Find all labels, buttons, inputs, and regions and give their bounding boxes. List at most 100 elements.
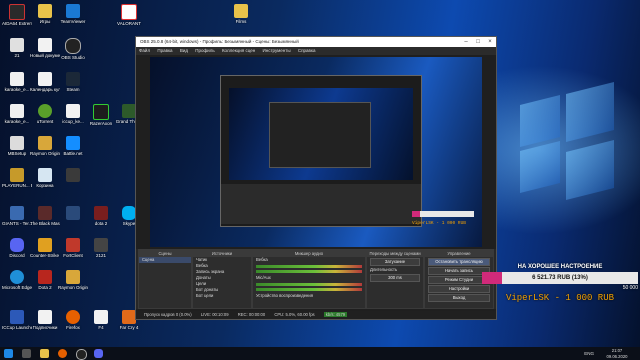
language-indicator[interactable]: ENG — [584, 347, 594, 360]
menu-scene-collection[interactable]: Коллекция сцен — [222, 48, 255, 53]
desktop-icon[interactable]: ICCup Launcher — [2, 310, 32, 330]
scene-item[interactable]: Сцена — [139, 257, 191, 263]
menu-tools[interactable]: Инструменты — [263, 48, 291, 53]
preview-goal-fill — [412, 211, 421, 217]
app-icon — [94, 238, 108, 252]
folder-icon — [10, 38, 24, 52]
desktop-icon[interactable]: Dota 2 — [30, 270, 60, 290]
desktop-icon[interactable]: Корзина — [30, 168, 60, 188]
csgo-icon — [38, 238, 52, 252]
mixer-track-name: Mic/Aux — [256, 275, 271, 280]
volume-slider[interactable] — [256, 270, 362, 273]
desktop-icon[interactable]: Steam — [58, 72, 88, 92]
controls-header: Управление — [425, 250, 493, 257]
desktop-icon[interactable]: uTorrent — [30, 104, 60, 124]
goal-amount: 6 521.73 RUB (13%) — [532, 275, 588, 281]
desktop-icon[interactable]: Microsoft Edge — [2, 270, 32, 290]
app-icon — [66, 206, 80, 220]
desktop-icon[interactable]: Discord — [2, 238, 32, 258]
stop-streaming-button[interactable]: Остановить трансляцию — [428, 258, 490, 266]
menu-help[interactable]: Справка — [298, 48, 316, 53]
close-icon[interactable]: × — [484, 37, 496, 47]
desktop-icon[interactable]: iccup_ke... — [58, 104, 88, 124]
rayman-icon — [66, 270, 80, 284]
desktop-icon[interactable]: Raymon Origins — [58, 270, 88, 290]
desktop-icon[interactable]: 2121 — [86, 238, 116, 258]
document-icon — [10, 72, 24, 86]
exit-button[interactable]: Выход — [428, 294, 490, 302]
farcry-icon — [122, 310, 136, 324]
nested-obs-window — [220, 75, 422, 227]
obs-menubar: Файл Правка Вид Профиль Коллекция сцен И… — [136, 47, 496, 55]
steam-icon — [66, 72, 80, 86]
menu-profile[interactable]: Профиль — [195, 48, 214, 53]
desktop-icon[interactable]: Battle.net — [58, 136, 88, 156]
start-icon[interactable] — [4, 349, 13, 358]
document-icon — [38, 310, 52, 324]
iccup-icon — [10, 310, 24, 324]
desktop-icon[interactable]: F4 — [86, 310, 116, 330]
firefox-icon[interactable] — [58, 349, 67, 358]
desktop-icon[interactable]: Календарь культурной ... — [30, 72, 60, 92]
audio-meter — [256, 283, 362, 286]
obs-icon — [65, 38, 81, 54]
start-recording-button[interactable]: Начать запись — [428, 267, 490, 275]
file-explorer-icon[interactable] — [40, 349, 49, 358]
desktop-icon[interactable]: dota 2 — [86, 206, 116, 226]
desktop-icon[interactable]: PLAYERUN... BATTLEGR... — [2, 168, 32, 188]
nested-preview — [229, 88, 413, 180]
desktop-icon[interactable]: VALORANT — [114, 4, 144, 26]
desktop-icon[interactable]: karaoke_e... — [2, 72, 32, 92]
desktop-icon[interactable]: Подписчики — [30, 310, 60, 330]
obs-window: OBS 25.0.8 (64-bit, windows) - Профиль: … — [135, 36, 497, 320]
transition-select[interactable]: Затухание — [370, 258, 420, 266]
clock[interactable]: 21:07 09.06.2020 — [600, 348, 634, 359]
duration-input[interactable]: 300 ms — [370, 274, 420, 282]
desktop-icon[interactable] — [58, 168, 88, 183]
desktop-icon[interactable]: Новый документ с ... — [30, 38, 60, 58]
source-item[interactable]: Бот цели — [193, 293, 251, 299]
mixer-track-name: Устройство воспроизведения — [256, 293, 313, 298]
menu-edit[interactable]: Правка — [157, 48, 172, 53]
menu-view[interactable]: Вид — [180, 48, 188, 53]
minimize-icon[interactable]: – — [460, 37, 472, 47]
document-icon — [66, 104, 80, 118]
desktop-icon[interactable]: Firefox — [58, 310, 88, 330]
aida64-icon — [9, 4, 25, 20]
cpu-usage: CPU: 5.0%, 60.00 fps — [274, 312, 315, 317]
obs-icon[interactable] — [76, 349, 87, 360]
desktop-icon[interactable]: Raymon Origins — [30, 136, 60, 156]
maximize-icon[interactable]: □ — [472, 37, 484, 47]
desktop-icon[interactable]: MBSetup — [2, 136, 32, 156]
desktop-icon[interactable] — [58, 206, 88, 221]
discord-icon[interactable] — [94, 349, 103, 358]
menu-file[interactable]: Файл — [139, 48, 150, 53]
giants-icon — [10, 206, 24, 220]
search-icon[interactable] — [22, 349, 31, 358]
desktop-icon[interactable]: karaoke_e... — [2, 104, 32, 124]
game-icon — [38, 206, 52, 220]
desktop-icon[interactable]: Counter-Strike Global Offe... — [30, 238, 60, 258]
gta-icon — [122, 104, 136, 118]
desktop-icon[interactable]: FortClient — [58, 238, 88, 258]
rayman-icon — [38, 136, 52, 150]
settings-button[interactable]: Настройки — [428, 285, 490, 293]
studio-mode-button[interactable]: Режим Студии — [428, 276, 490, 284]
obs-preview[interactable]: ViperLSK - 1 000 RUB — [150, 57, 482, 247]
desktop-icon[interactable]: AIDA64 Extreme — [2, 4, 32, 26]
desktop-icon[interactable]: The Black Masses — [30, 206, 60, 226]
transitions-dock: Переходы между сценами Затухание Длитель… — [366, 249, 424, 309]
pubg-icon — [10, 168, 24, 182]
desktop-icon[interactable]: OBS Studio — [58, 38, 88, 60]
app-icon — [66, 168, 80, 182]
desktop-icon[interactable]: GIANTS - Ter... — [2, 206, 32, 226]
desktop-icon[interactable]: Films — [226, 4, 256, 24]
folder-icon — [234, 4, 248, 18]
obs-titlebar[interactable]: OBS 25.0.8 (64-bit, windows) - Профиль: … — [136, 37, 496, 47]
volume-slider[interactable] — [256, 288, 362, 291]
desktop-icon[interactable]: TeamViewer — [58, 4, 88, 24]
recycle-bin-icon — [38, 168, 52, 182]
desktop-icon[interactable]: RazerAxon — [86, 104, 116, 126]
desktop-icon[interactable]: Игры — [30, 4, 60, 24]
desktop-icon[interactable]: 21 — [2, 38, 32, 58]
